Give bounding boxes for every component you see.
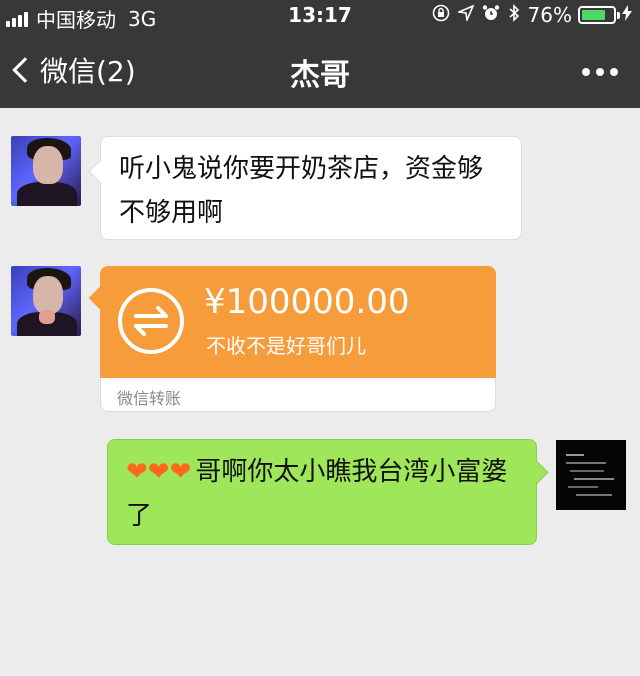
location-arrow-icon: [455, 3, 475, 26]
transfer-icon: [118, 288, 184, 354]
heart-emoji: ❤❤❤: [126, 457, 192, 487]
transfer-card[interactable]: ¥100000.00 不收不是好哥们儿 微信转账: [100, 266, 496, 412]
chat-title: 杰哥: [290, 58, 350, 93]
battery-icon: [578, 6, 620, 24]
status-bar: 中国移动 3G 13:17 76%: [0, 0, 640, 32]
lock-rotation-icon: [432, 4, 450, 27]
charging-icon: [622, 5, 632, 25]
message-text: 听小鬼说你要开奶茶店，资金够不够用啊: [119, 154, 484, 228]
transfer-footer: 微信转账: [100, 378, 496, 412]
transfer-note: 不收不是好哥们儿: [206, 334, 366, 358]
more-dots-icon[interactable]: [576, 68, 618, 76]
chat-area[interactable]: 听小鬼说你要开奶茶店，资金够不够用啊 ¥100000.00 不收不是好哥们儿 微…: [0, 108, 640, 676]
contact-avatar[interactable]: [11, 266, 81, 336]
contact-avatar[interactable]: [11, 136, 81, 206]
message-bubble-received[interactable]: 听小鬼说你要开奶茶店，资金够不够用啊: [100, 136, 522, 240]
alarm-icon: [482, 4, 500, 27]
transfer-amount: ¥100000.00: [204, 282, 410, 322]
bluetooth-icon: [508, 3, 520, 27]
self-avatar[interactable]: [556, 440, 626, 510]
nav-bar: 微信(2) 杰哥: [0, 30, 640, 108]
battery-percent: 76%: [527, 3, 572, 27]
message-bubble-sent[interactable]: ❤❤❤ 哥啊你太小瞧我台湾小富婆了: [107, 439, 537, 545]
